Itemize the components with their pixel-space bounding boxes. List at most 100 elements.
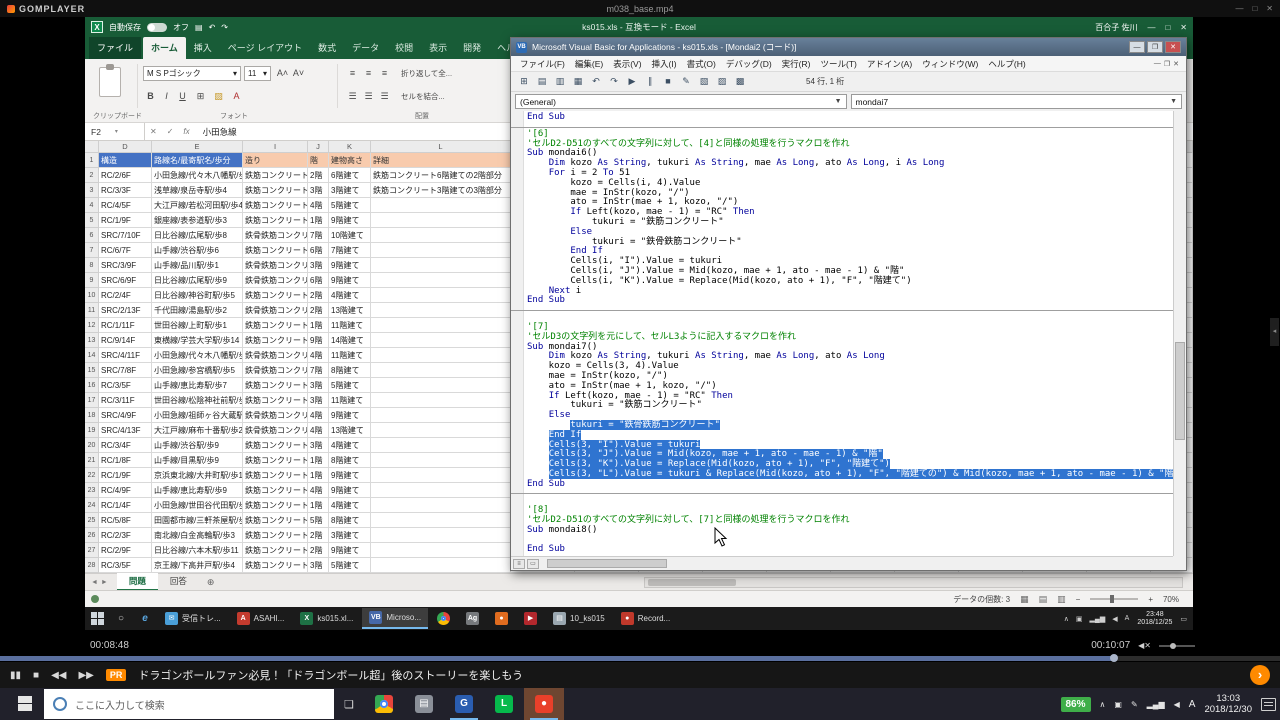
cell[interactable]: RC/2/6F <box>99 168 152 183</box>
cell[interactable]: 4階 <box>308 423 329 438</box>
ribbon-tab-表示[interactable]: 表示 <box>421 37 455 59</box>
cell[interactable]: 鉄筋コンクリート <box>243 558 308 573</box>
merge-cells-button[interactable]: セルを結合... <box>401 91 445 102</box>
row-number[interactable]: 27 <box>85 543 99 558</box>
vba-menu-item[interactable]: 書式(O) <box>682 58 721 70</box>
edge-icon[interactable]: e <box>133 613 157 624</box>
cell[interactable]: 9階建て <box>329 408 371 423</box>
cell[interactable] <box>371 303 511 318</box>
cell[interactable]: 鉄筋コンクリート <box>243 543 308 558</box>
copy-icon[interactable]: ▥ <box>552 74 568 89</box>
cell[interactable]: 6階建て <box>329 168 371 183</box>
cell[interactable]: RC/2/9F <box>99 543 152 558</box>
paste-button[interactable] <box>99 67 121 97</box>
previous-button[interactable]: ◀◀ <box>51 670 66 681</box>
cell[interactable] <box>371 333 511 348</box>
scrollbar-thumb[interactable] <box>648 579 736 586</box>
cell[interactable] <box>371 213 511 228</box>
cell[interactable]: 鉄骨鉄筋コンクリート <box>243 423 308 438</box>
cell[interactable]: 2階 <box>308 303 329 318</box>
cell[interactable]: RC/1/8F <box>99 453 152 468</box>
cell[interactable] <box>371 273 511 288</box>
cell[interactable]: 鉄筋コンクリート <box>243 528 308 543</box>
horizontal-scrollbar[interactable]: ≡ ▭ <box>511 556 1173 570</box>
cell[interactable]: 鉄筋コンクリート <box>243 453 308 468</box>
cell[interactable]: 9階建て <box>329 213 371 228</box>
cell[interactable] <box>371 423 511 438</box>
cell[interactable]: 5階 <box>308 513 329 528</box>
cell[interactable]: 3階 <box>308 378 329 393</box>
seek-handle[interactable] <box>1110 654 1118 662</box>
cell[interactable]: 6階 <box>308 243 329 258</box>
run-icon[interactable]: ▶ <box>624 74 640 89</box>
taskbar-button[interactable]: Ag <box>459 608 486 629</box>
cell[interactable]: 日比谷線/六本木駅/歩11 <box>152 543 243 558</box>
cell[interactable] <box>371 363 511 378</box>
zoom-out-icon[interactable]: − <box>1076 595 1081 604</box>
shrink-font-icon[interactable]: A˅ <box>291 66 306 80</box>
close-icon[interactable]: ✕ <box>1180 23 1187 32</box>
vba-menu-item[interactable]: アドイン(A) <box>862 58 917 70</box>
cell[interactable] <box>371 228 511 243</box>
cell[interactable]: 鉄筋コンクリート <box>243 318 308 333</box>
cell[interactable]: 5階建て <box>329 378 371 393</box>
speaker-icon[interactable]: ◀ <box>1112 615 1117 623</box>
column-header-J[interactable]: J <box>308 141 329 153</box>
enter-icon[interactable]: ✓ <box>162 127 179 136</box>
cell[interactable]: 8階建て <box>329 453 371 468</box>
name-box[interactable]: F2▾ <box>85 123 145 140</box>
child-restore-icon[interactable]: ❐ <box>1164 60 1170 68</box>
cell[interactable]: 千代田線/湯島駅/歩2 <box>152 303 243 318</box>
row-number[interactable]: 19 <box>85 423 99 438</box>
horizontal-scrollbar[interactable] <box>644 577 1183 588</box>
vba-titlebar[interactable]: VB Microsoft Visual Basic for Applicatio… <box>511 38 1186 56</box>
undo-icon[interactable]: ↶ <box>588 74 604 89</box>
align-bottom-icon[interactable]: ≡ <box>377 66 392 80</box>
video-area[interactable]: X 自動保存 オフ ▤ ↶ ↷ ks015.xls - 互換モード - Exce… <box>85 17 1193 630</box>
status-badge[interactable]: 86% <box>1061 697 1091 712</box>
ribbon-tab-開発[interactable]: 開発 <box>455 37 489 59</box>
cell[interactable]: 山手線/品川駅/歩1 <box>152 258 243 273</box>
cell[interactable]: 5階建て <box>329 198 371 213</box>
cell[interactable]: 3階 <box>308 393 329 408</box>
ribbon-tab-挿入[interactable]: 挿入 <box>186 37 220 59</box>
speaker-icon[interactable]: ◀ <box>1174 700 1180 709</box>
taskbar-button[interactable]: Xks015.xl... <box>293 608 360 629</box>
zoom-slider[interactable] <box>1090 598 1138 600</box>
restore-icon[interactable]: □ <box>1165 23 1170 32</box>
row-number[interactable]: 3 <box>85 183 99 198</box>
cell[interactable] <box>371 453 511 468</box>
vba-menu-item[interactable]: 実行(R) <box>777 58 816 70</box>
ribbon-tab-校閲[interactable]: 校閲 <box>387 37 421 59</box>
cell[interactable]: 鉄骨鉄筋コンクリート <box>243 228 308 243</box>
cell[interactable]: 世田谷線/上町駅/歩1 <box>152 318 243 333</box>
cell[interactable]: RC/1/4F <box>99 498 152 513</box>
ribbon-tab-データ[interactable]: データ <box>344 37 387 59</box>
cell[interactable]: RC/5/8F <box>99 513 152 528</box>
hidden-icons-chevron[interactable]: ∧ <box>1064 615 1069 623</box>
break-icon[interactable]: ∥ <box>642 74 658 89</box>
cell[interactable]: 日比谷線/広尾駅/歩8 <box>152 228 243 243</box>
row-number[interactable]: 10 <box>85 288 99 303</box>
cell[interactable]: 3階 <box>308 438 329 453</box>
vertical-scrollbar[interactable] <box>1173 111 1186 556</box>
restore-icon[interactable]: ❐ <box>1147 41 1163 53</box>
cell[interactable]: 大江戸線/麻布十番駅/歩2 <box>152 423 243 438</box>
cell[interactable]: 鉄筋コンクリート <box>243 513 308 528</box>
cell[interactable] <box>371 483 511 498</box>
page-layout-view-icon[interactable]: ▤ <box>1039 594 1048 605</box>
row-number[interactable]: 26 <box>85 528 99 543</box>
network-icon[interactable]: ▂▄▆ <box>1090 615 1106 623</box>
cell[interactable]: SRC/4/11F <box>99 348 152 363</box>
row-number[interactable]: 21 <box>85 453 99 468</box>
macro-record-icon[interactable] <box>91 595 99 603</box>
cell[interactable] <box>371 558 511 573</box>
gom-titlebar[interactable]: GOMPLAYER m038_base.mp4 — □ ✕ <box>0 0 1280 17</box>
ime-indicator[interactable]: A <box>1189 699 1196 710</box>
zoom-in-icon[interactable]: + <box>1148 595 1153 604</box>
insert-function-icon[interactable]: fx <box>178 127 194 136</box>
pen-icon[interactable]: ✎ <box>1131 700 1138 709</box>
cell[interactable]: 鉄骨鉄筋コンクリート <box>243 273 308 288</box>
vba-menu-item[interactable]: ツール(T) <box>815 58 861 70</box>
cell[interactable]: 7階 <box>308 363 329 378</box>
